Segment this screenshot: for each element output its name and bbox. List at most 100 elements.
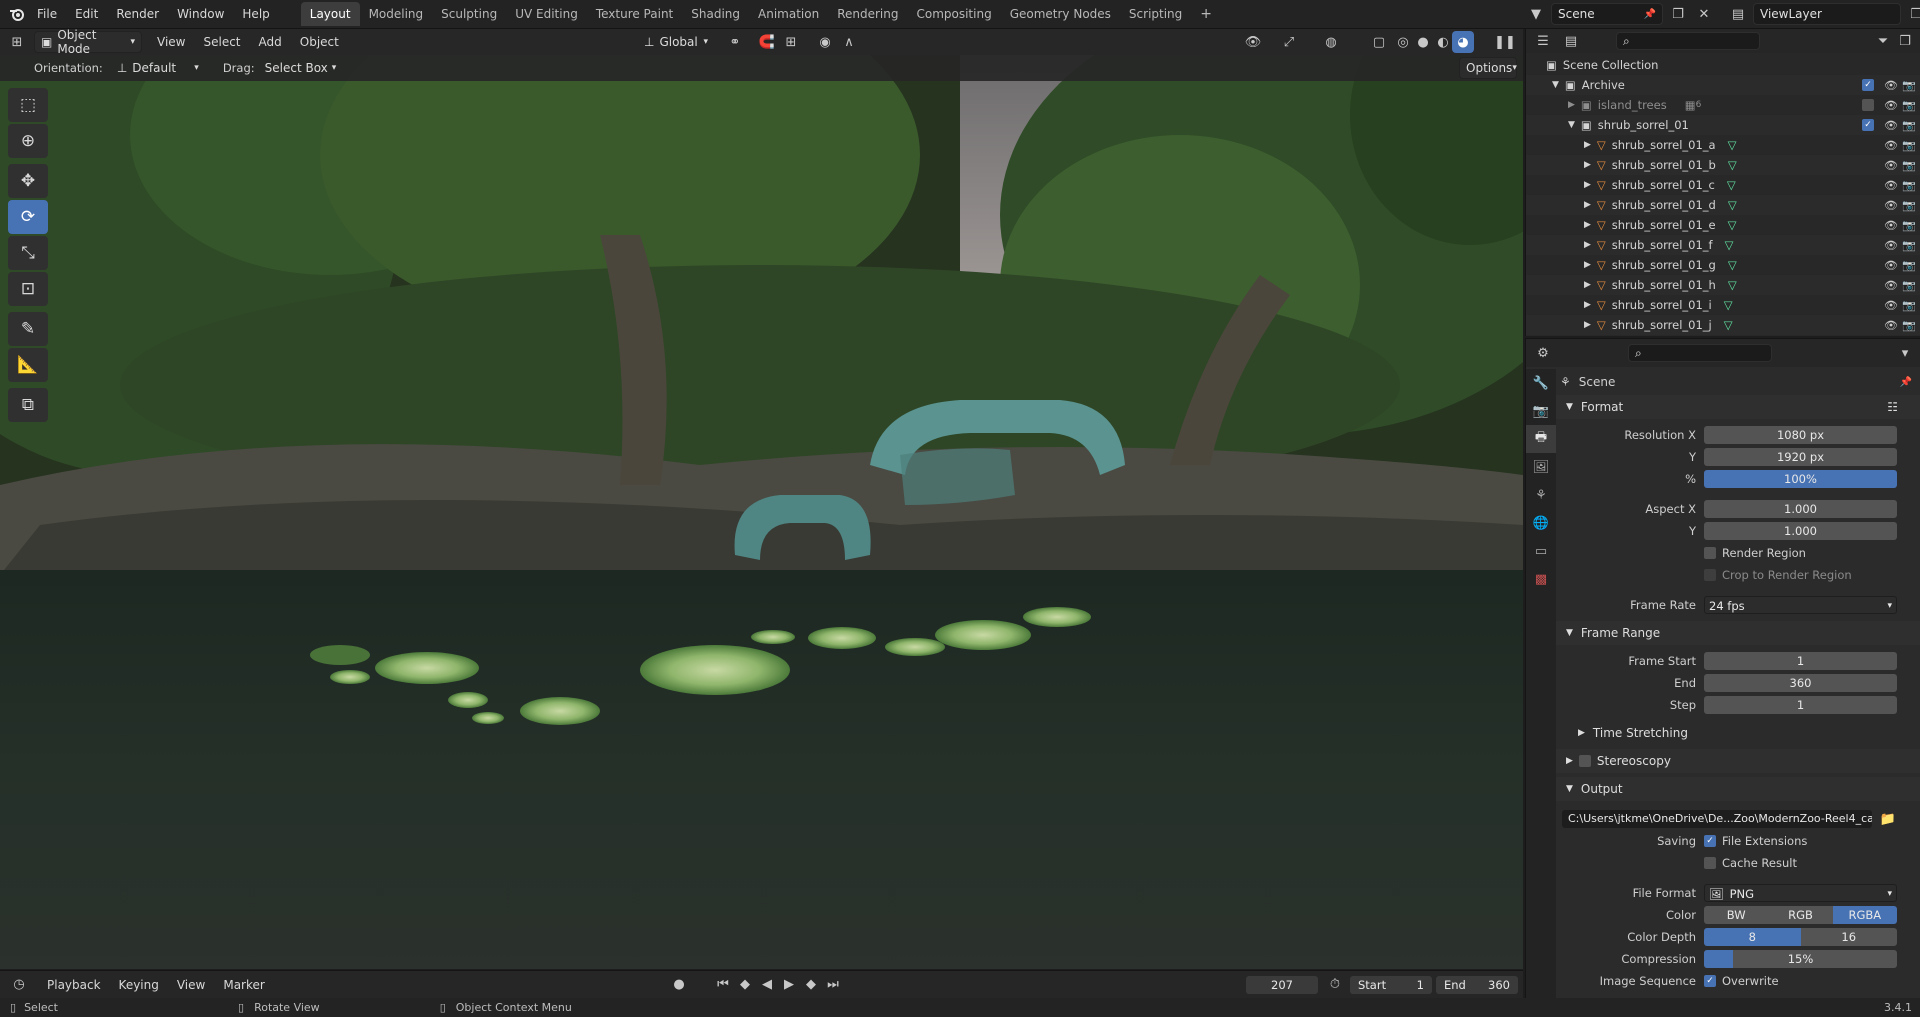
- eye-icon[interactable]: 👁: [1882, 159, 1900, 172]
- eye-icon[interactable]: 👁: [1882, 219, 1900, 232]
- tab-animation[interactable]: Animation: [749, 2, 828, 26]
- eye-icon[interactable]: 👁: [1882, 179, 1900, 192]
- cursor-tool[interactable]: ⊕: [8, 124, 48, 158]
- viewport-menu-view[interactable]: View: [148, 30, 194, 54]
- time-stretching-panel-header[interactable]: ▶ Time Stretching: [1556, 721, 1920, 745]
- outliner-search-input[interactable]: ⌕: [1616, 32, 1760, 50]
- camera-icon[interactable]: 📷: [1900, 79, 1918, 92]
- collection-tab-icon[interactable]: ▭: [1526, 537, 1556, 565]
- outliner-row-object[interactable]: ▶ ▽ shrub_sorrel_01_g ▽ 👁 📷: [1526, 255, 1920, 275]
- stereoscopy-panel-header[interactable]: ▶ Stereoscopy: [1556, 749, 1920, 773]
- camera-icon[interactable]: 📷: [1900, 179, 1918, 192]
- annotate-tool[interactable]: ✎: [8, 312, 48, 346]
- tab-geometry-nodes[interactable]: Geometry Nodes: [1001, 2, 1120, 26]
- current-frame-field[interactable]: 207: [1246, 975, 1318, 994]
- viewport-menu-object[interactable]: Object: [291, 30, 348, 54]
- eye-icon[interactable]: 👁: [1882, 119, 1900, 132]
- camera-icon[interactable]: 📷: [1900, 299, 1918, 312]
- menu-edit[interactable]: Edit: [66, 2, 107, 26]
- move-tool[interactable]: ✥: [8, 164, 48, 198]
- eye-icon[interactable]: 👁: [1882, 99, 1900, 112]
- camera-icon[interactable]: 📷: [1900, 159, 1918, 172]
- xray-icon[interactable]: ▢: [1368, 31, 1390, 53]
- transform-tool[interactable]: ⊡: [8, 272, 48, 306]
- new-collection-icon[interactable]: ❐: [1894, 30, 1916, 52]
- depth-8-option[interactable]: 8: [1704, 928, 1801, 946]
- record-icon[interactable]: ●: [668, 974, 690, 996]
- play-icon[interactable]: ▶: [778, 974, 800, 996]
- orientation-dropdown[interactable]: ⊥ Default ▾: [111, 57, 205, 79]
- eye-icon[interactable]: 👁: [1882, 199, 1900, 212]
- viewport-menu-select[interactable]: Select: [194, 30, 249, 54]
- checkbox-icon[interactable]: ✓: [1862, 119, 1874, 131]
- timeline-menu-view[interactable]: View: [168, 973, 214, 997]
- eye-icon[interactable]: 👁: [1882, 299, 1900, 312]
- file-extensions-checkbox[interactable]: ✓ File Extensions: [1704, 834, 1807, 848]
- resolution-percentage-field[interactable]: 100%: [1704, 470, 1897, 488]
- blender-logo-icon[interactable]: [6, 3, 28, 25]
- camera-icon[interactable]: 📷: [1900, 239, 1918, 252]
- jump-end-icon[interactable]: ⏭: [822, 974, 844, 996]
- object-mode-dropdown[interactable]: ▣ Object Mode ▾: [34, 28, 142, 56]
- tab-compositing[interactable]: Compositing: [907, 2, 1000, 26]
- timeline-menu-keying[interactable]: Keying: [110, 973, 168, 997]
- outliner-row-object[interactable]: ▶ ▽ shrub_sorrel_01_e ▽ 👁 📷: [1526, 215, 1920, 235]
- format-panel-header[interactable]: ▼ Format ☷: [1556, 395, 1920, 419]
- chevron-down-icon[interactable]: ▾: [1894, 342, 1916, 364]
- eye-icon[interactable]: 👁: [1882, 279, 1900, 292]
- frame-end-field[interactable]: 360: [1704, 674, 1897, 692]
- menu-render[interactable]: Render: [107, 2, 168, 26]
- properties-editor-icon[interactable]: ⚙: [1532, 342, 1554, 364]
- output-path-field[interactable]: C:\Users\jtkme\OneDrive\De...Zoo\ModernZ…: [1562, 810, 1872, 828]
- camera-icon[interactable]: 📷: [1900, 319, 1918, 332]
- compression-slider[interactable]: 15%: [1704, 950, 1897, 968]
- add-cube-tool[interactable]: ⧉: [8, 388, 48, 422]
- tab-scripting[interactable]: Scripting: [1120, 2, 1191, 26]
- frame-range-panel-header[interactable]: ▼ Frame Range: [1556, 621, 1920, 645]
- outliner-row-shrub[interactable]: ▼ ▣ shrub_sorrel_01 ✓ 👁 📷: [1526, 115, 1920, 135]
- play-reverse-icon[interactable]: ◀: [756, 974, 778, 996]
- snap-target-icon[interactable]: ⊞: [780, 31, 802, 53]
- output-tab-icon[interactable]: 🖶: [1526, 425, 1556, 453]
- view-layer-tab-icon[interactable]: 🖼: [1526, 453, 1556, 481]
- render-tab-icon[interactable]: 📷: [1526, 397, 1556, 425]
- viewport-menu-add[interactable]: Add: [250, 30, 291, 54]
- select-box-tool[interactable]: ⬚: [8, 88, 48, 122]
- new-scene-icon[interactable]: ❐: [1667, 3, 1689, 25]
- wireframe-shading-icon[interactable]: ◎: [1392, 31, 1414, 53]
- checkbox-icon[interactable]: [1862, 99, 1874, 111]
- resolution-y-field[interactable]: 1920 px: [1704, 448, 1897, 466]
- jump-start-icon[interactable]: ⏮: [712, 974, 734, 996]
- falloff-icon[interactable]: ∧: [838, 31, 860, 53]
- timeline-menu-marker[interactable]: Marker: [214, 973, 273, 997]
- frame-rate-dropdown[interactable]: 24 fps ▾: [1704, 596, 1897, 614]
- eye-icon[interactable]: 👁: [1882, 79, 1900, 92]
- menu-help[interactable]: Help: [233, 2, 278, 26]
- filter-icon[interactable]: ⏷: [1872, 30, 1894, 52]
- camera-icon[interactable]: 📷: [1900, 199, 1918, 212]
- render-region-checkbox[interactable]: Render Region: [1556, 543, 1920, 563]
- view-layer-icon[interactable]: ▤: [1727, 3, 1749, 25]
- outliner-row-object[interactable]: ▶ ▽ shrub_sorrel_01_c ▽ 👁 📷: [1526, 175, 1920, 195]
- eye-icon[interactable]: 👁: [1882, 259, 1900, 272]
- editor-type-icon[interactable]: ⊞: [6, 31, 28, 53]
- timeline-editor-icon[interactable]: ◷: [8, 974, 30, 996]
- depth-16-option[interactable]: 16: [1800, 928, 1897, 946]
- pin-icon[interactable]: 📌: [1900, 377, 1912, 388]
- presets-icon[interactable]: ☷: [1887, 400, 1898, 414]
- folder-icon[interactable]: 📁: [1876, 810, 1900, 828]
- outliner-row-island-trees[interactable]: ▶ ▣ island_trees ▦ 6 👁 📷: [1526, 95, 1920, 115]
- outliner-row-archive[interactable]: ▼ ▣ Archive ✓ 👁 📷: [1526, 75, 1920, 95]
- crop-region-checkbox[interactable]: Crop to Render Region: [1556, 565, 1920, 585]
- outliner-row-object[interactable]: ▶ ▽ shrub_sorrel_01_b ▽ 👁 📷: [1526, 155, 1920, 175]
- jump-keyframe-back-icon[interactable]: ◆: [734, 974, 756, 996]
- jump-keyframe-forward-icon[interactable]: ◆: [800, 974, 822, 996]
- eye-icon[interactable]: 👁: [1882, 239, 1900, 252]
- options-dropdown[interactable]: Options ▾: [1459, 57, 1517, 79]
- outliner-row-object[interactable]: ▶ ▽ shrub_sorrel_01_d ▽ 👁 📷: [1526, 195, 1920, 215]
- file-format-dropdown[interactable]: 🖼 PNG ▾: [1704, 884, 1897, 902]
- eye-icon[interactable]: 👁: [1882, 139, 1900, 152]
- delete-scene-icon[interactable]: ✕: [1693, 3, 1715, 25]
- frame-start-field[interactable]: 1: [1704, 652, 1897, 670]
- camera-icon[interactable]: 📷: [1900, 99, 1918, 112]
